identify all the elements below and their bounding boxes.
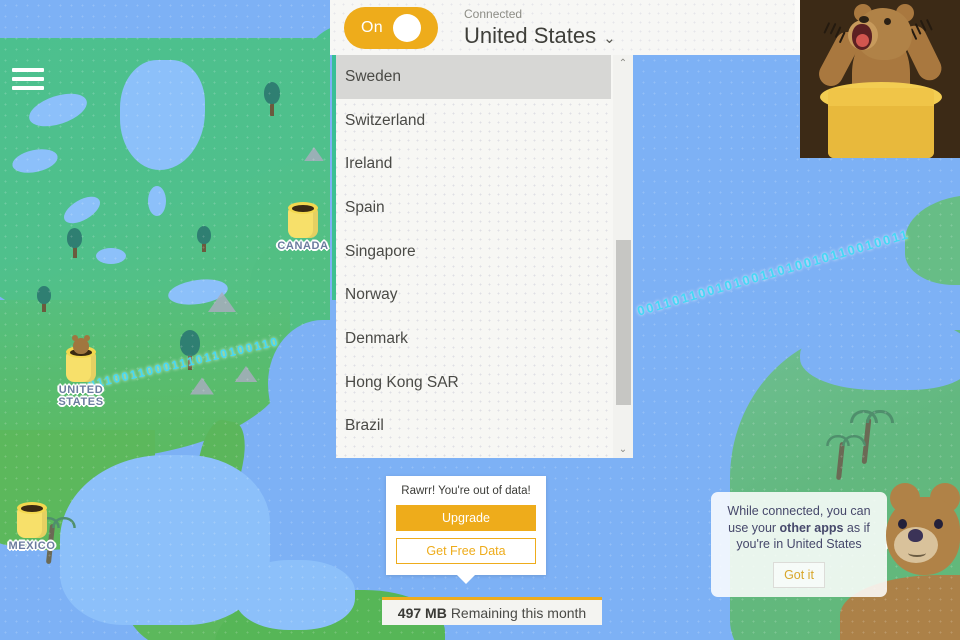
country-list-item[interactable]: Ireland: [336, 142, 611, 186]
tree-decoration: [66, 228, 84, 258]
connection-header: On Connected United States ⌄: [330, 0, 800, 55]
chevron-down-icon: ⌄: [603, 29, 616, 47]
map-marker-canada[interactable]: CANADA: [268, 202, 338, 252]
country-list-item[interactable]: Sweden: [336, 55, 611, 99]
bear-nose: [908, 529, 923, 542]
connection-status-label: Connected: [464, 7, 523, 22]
tooltip-line-1: While connected, you can: [727, 504, 871, 518]
toggle-knob: [392, 13, 421, 42]
mountain-decoration: [208, 292, 236, 312]
hamburger-bar: [12, 68, 44, 72]
map-marker-united-states[interactable]: UNITED STATES: [52, 335, 110, 408]
scroll-down-arrow-icon[interactable]: ⌄: [619, 441, 627, 458]
country-list-item[interactable]: Norway: [336, 273, 611, 317]
out-of-data-message: Rawrr! You're out of data!: [401, 485, 531, 497]
got-it-button[interactable]: Got it: [773, 561, 825, 588]
bear-nose: [859, 16, 869, 23]
connection-info: Connected United States ⌄: [464, 8, 616, 47]
scrollbar-thumb[interactable]: [616, 240, 631, 405]
tree-decoration: [36, 286, 52, 312]
tooltip-line-2-bold: other apps: [779, 520, 844, 535]
hamburger-bar: [12, 86, 44, 90]
country-list-item[interactable]: Denmark: [336, 317, 611, 361]
map-marker-mexico[interactable]: MEXICO: [8, 502, 56, 552]
out-of-data-popup: Rawrr! You're out of data! Upgrade Get F…: [386, 476, 546, 584]
vpn-power-toggle[interactable]: On: [344, 6, 438, 49]
country-dropdown-list[interactable]: Sweden Switzerland Ireland Spain Singapo…: [330, 55, 635, 460]
tooltip-line-3: you're in United States: [736, 537, 862, 551]
bear-eye: [898, 519, 907, 529]
map-marker-label: UNITED STATES: [58, 384, 104, 408]
water-lake: [96, 248, 126, 264]
bear-mouth: [908, 549, 926, 557]
bear-tongue: [856, 34, 869, 47]
country-list-item[interactable]: Brazil: [336, 405, 611, 449]
country-list-item[interactable]: Hong Kong SAR: [336, 361, 611, 405]
connection-trail-right: 0011011001010011010010110010011: [635, 226, 912, 319]
bear-eye: [884, 18, 891, 25]
country-list: Sweden Switzerland Ireland Spain Singapo…: [336, 55, 611, 458]
country-list-item[interactable]: Singapore: [336, 230, 611, 274]
water-lake: [148, 186, 166, 216]
water-caribbean: [235, 560, 355, 630]
hamburger-bar: [12, 77, 44, 81]
mountain-decoration: [234, 366, 258, 382]
connected-apps-tooltip: While connected, you can use your other …: [711, 492, 897, 597]
mountain-decoration: [190, 377, 214, 395]
upgrade-button[interactable]: Upgrade: [396, 505, 536, 531]
tree-decoration: [262, 82, 282, 116]
tree-decoration: [196, 226, 212, 252]
country-list-item[interactable]: Switzerland: [336, 99, 611, 143]
pipe-shadow: [828, 106, 934, 158]
tree-decoration: [178, 330, 202, 370]
palm-tree-decoration: [818, 426, 866, 481]
data-remaining-bar[interactable]: 497 MB Remaining this month: [382, 597, 602, 625]
tooltip-line-2-suffix: as if: [843, 520, 870, 535]
mountain-decoration: [304, 147, 324, 161]
country-list-item[interactable]: Spain: [336, 186, 611, 230]
map-marker-label: CANADA: [277, 240, 329, 252]
hamburger-menu-icon[interactable]: [8, 62, 48, 96]
bear-eye: [934, 519, 943, 529]
vpn-app-window: 01100110001110110100110 0011011001010011…: [0, 0, 960, 640]
popup-tail: [457, 575, 475, 584]
water-mediterranean: [800, 320, 960, 390]
map-marker-label: MEXICO: [8, 540, 56, 552]
data-amount: 497 MB: [397, 604, 447, 621]
toggle-label: On: [361, 18, 383, 36]
tooltip-line-2: use your other apps as if: [721, 520, 877, 537]
bear-in-pipe-illustration: [800, 0, 960, 158]
tooltip-line-2-prefix: use your: [728, 520, 780, 535]
selected-country-label: United States: [464, 22, 597, 48]
landmass-europe: [905, 195, 960, 285]
get-free-data-button[interactable]: Get Free Data: [396, 538, 536, 564]
country-selector[interactable]: United States ⌄: [464, 24, 616, 47]
data-remaining-text: Remaining this month: [450, 604, 587, 621]
scroll-up-arrow-icon[interactable]: ⌃: [619, 55, 627, 72]
bear-peeking-illustration: [886, 483, 960, 593]
